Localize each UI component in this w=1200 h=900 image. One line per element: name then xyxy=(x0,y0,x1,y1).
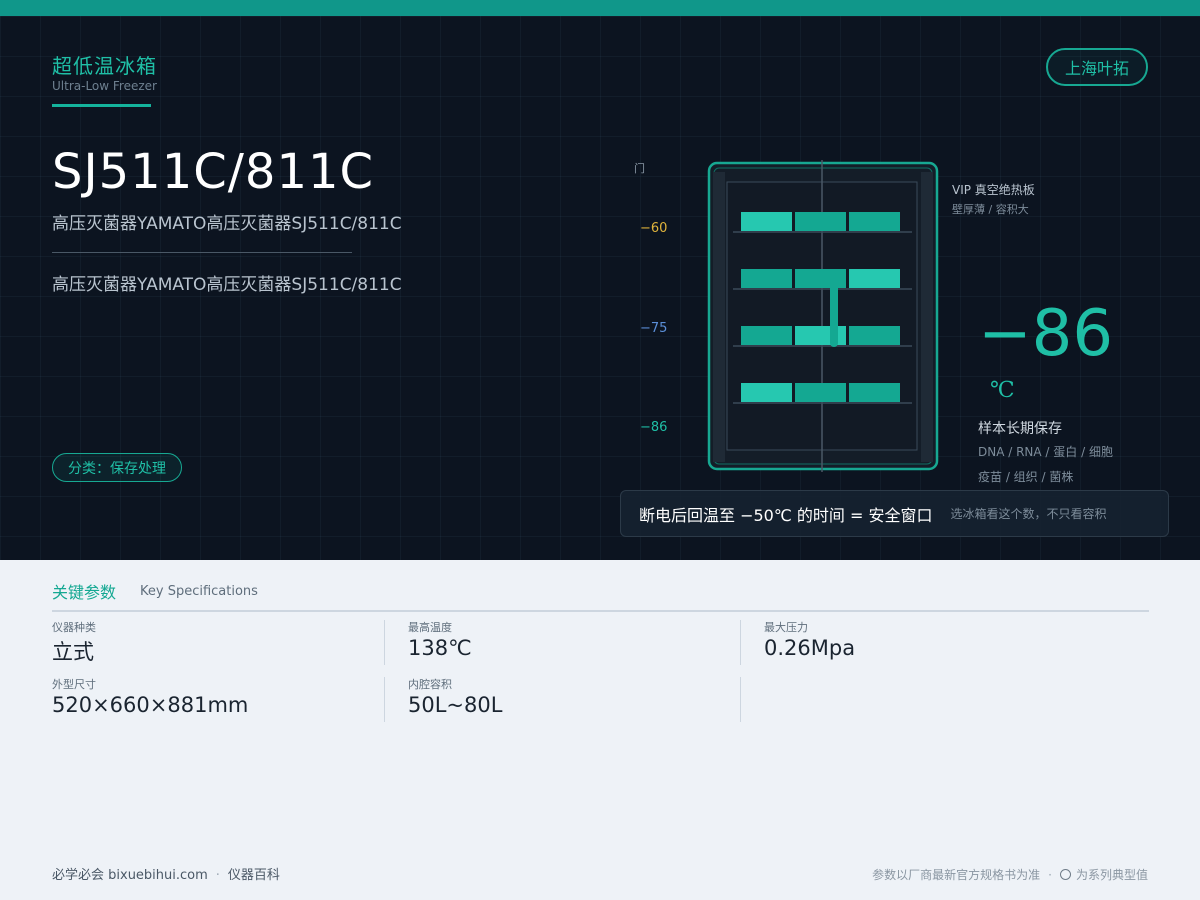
spec-value: 立式 xyxy=(52,640,94,664)
temperature-value: −86 xyxy=(978,297,1114,371)
spec-value: 520×660×881mm xyxy=(52,693,249,717)
shelf-2 xyxy=(733,269,912,290)
spec-label: 最大压力 xyxy=(764,621,808,634)
temperature-unit: ℃ xyxy=(990,378,1015,403)
category-underline xyxy=(52,104,151,107)
specs-title: 关键参数 xyxy=(52,583,117,602)
spec-separator xyxy=(384,677,385,722)
spec-item-type: 仪器种类 立式 xyxy=(52,619,96,666)
spec-value: 50L~80L xyxy=(408,693,503,717)
spec-item-dimensions: 外型尺寸 520×660×881mm xyxy=(52,676,248,717)
brand-button[interactable]: 上海叶拓 xyxy=(1046,48,1148,86)
divider xyxy=(52,252,352,253)
storage-list-2: 疫苗 / 组织 / 菌株 xyxy=(978,470,1074,484)
safety-window-note: 选冰箱看这个数，不只看容积 xyxy=(950,507,1107,521)
category-subtitle: Ultra-Low Freezer xyxy=(52,79,157,93)
footer-left: 必学必会 bixuebihui.com · 仪器百科 xyxy=(52,864,280,883)
spec-item-capacity: 内腔容积 50L~80L xyxy=(408,676,502,717)
scale-label-75: −75 xyxy=(640,321,668,336)
spec-separator xyxy=(740,677,741,722)
footer-note-typical: 为系列典型值 xyxy=(1075,868,1148,882)
shelf-4 xyxy=(733,383,912,404)
footer-right: 参数以厂商最新官方规格书为准 · 为系列典型值 xyxy=(872,866,1148,883)
footer-dot: · xyxy=(1048,867,1052,882)
storage-title: 样本长期保存 xyxy=(978,421,1062,437)
vip-subtitle: 壁厚薄 / 容积大 xyxy=(952,203,1029,216)
safety-window-text: 断电后回温至 −50℃ 的时间 = 安全窗口 xyxy=(639,505,933,525)
category-tag[interactable]: 分类：保存处理 xyxy=(52,453,182,482)
scale-label-86: −86 xyxy=(640,420,668,435)
shelf-3 xyxy=(733,326,912,347)
hero-panel: 超低温冰箱 Ultra-Low Freezer 上海叶拓 SJ511C/811C… xyxy=(0,16,1200,560)
spec-value: 0.26Mpa xyxy=(764,636,856,660)
spec-label: 外型尺寸 xyxy=(52,678,96,691)
spec-separator xyxy=(384,620,385,665)
specs-subtitle: Key Specifications xyxy=(140,584,258,599)
footer-dot: · xyxy=(215,868,220,883)
spec-value: 138℃ xyxy=(408,636,472,660)
safety-window-callout: 断电后回温至 −50℃ 的时间 = 安全窗口 选冰箱看这个数，不只看容积 xyxy=(620,490,1169,537)
storage-list-1: DNA / RNA / 蛋白 / 细胞 xyxy=(978,445,1113,459)
freezer-illustration xyxy=(707,160,939,472)
shelf-1 xyxy=(733,212,912,233)
footer-section-link[interactable]: 仪器百科 xyxy=(228,868,280,883)
spec-label: 最高温度 xyxy=(408,621,452,634)
category-title: 超低温冰箱 xyxy=(52,54,157,78)
spec-separator xyxy=(740,620,741,665)
circle-icon xyxy=(1059,869,1071,880)
footer-note: 参数以厂商最新官方规格书为准 xyxy=(872,868,1041,882)
product-subtitle: 高压灭菌器YAMATO高压灭菌器SJ511C/811C xyxy=(52,214,402,234)
product-description: 高压灭菌器YAMATO高压灭菌器SJ511C/811C xyxy=(52,275,402,295)
top-accent-bar xyxy=(0,0,1200,16)
spec-item-max-temp: 最高温度 138℃ xyxy=(408,619,472,660)
vip-title: VIP 真空绝热板 xyxy=(952,183,1035,197)
door-handle xyxy=(830,273,838,347)
model-title: SJ511C/811C xyxy=(52,144,375,200)
footer-site-link[interactable]: 必学必会 bixuebihui.com xyxy=(52,868,208,883)
scale-label-60: −60 xyxy=(640,221,668,236)
spec-item-max-pressure: 最大压力 0.26Mpa xyxy=(764,619,855,660)
spec-label: 仪器种类 xyxy=(52,621,96,634)
door-label: 门 xyxy=(634,162,645,175)
specs-divider xyxy=(52,610,1149,612)
spec-label: 内腔容积 xyxy=(408,678,452,691)
